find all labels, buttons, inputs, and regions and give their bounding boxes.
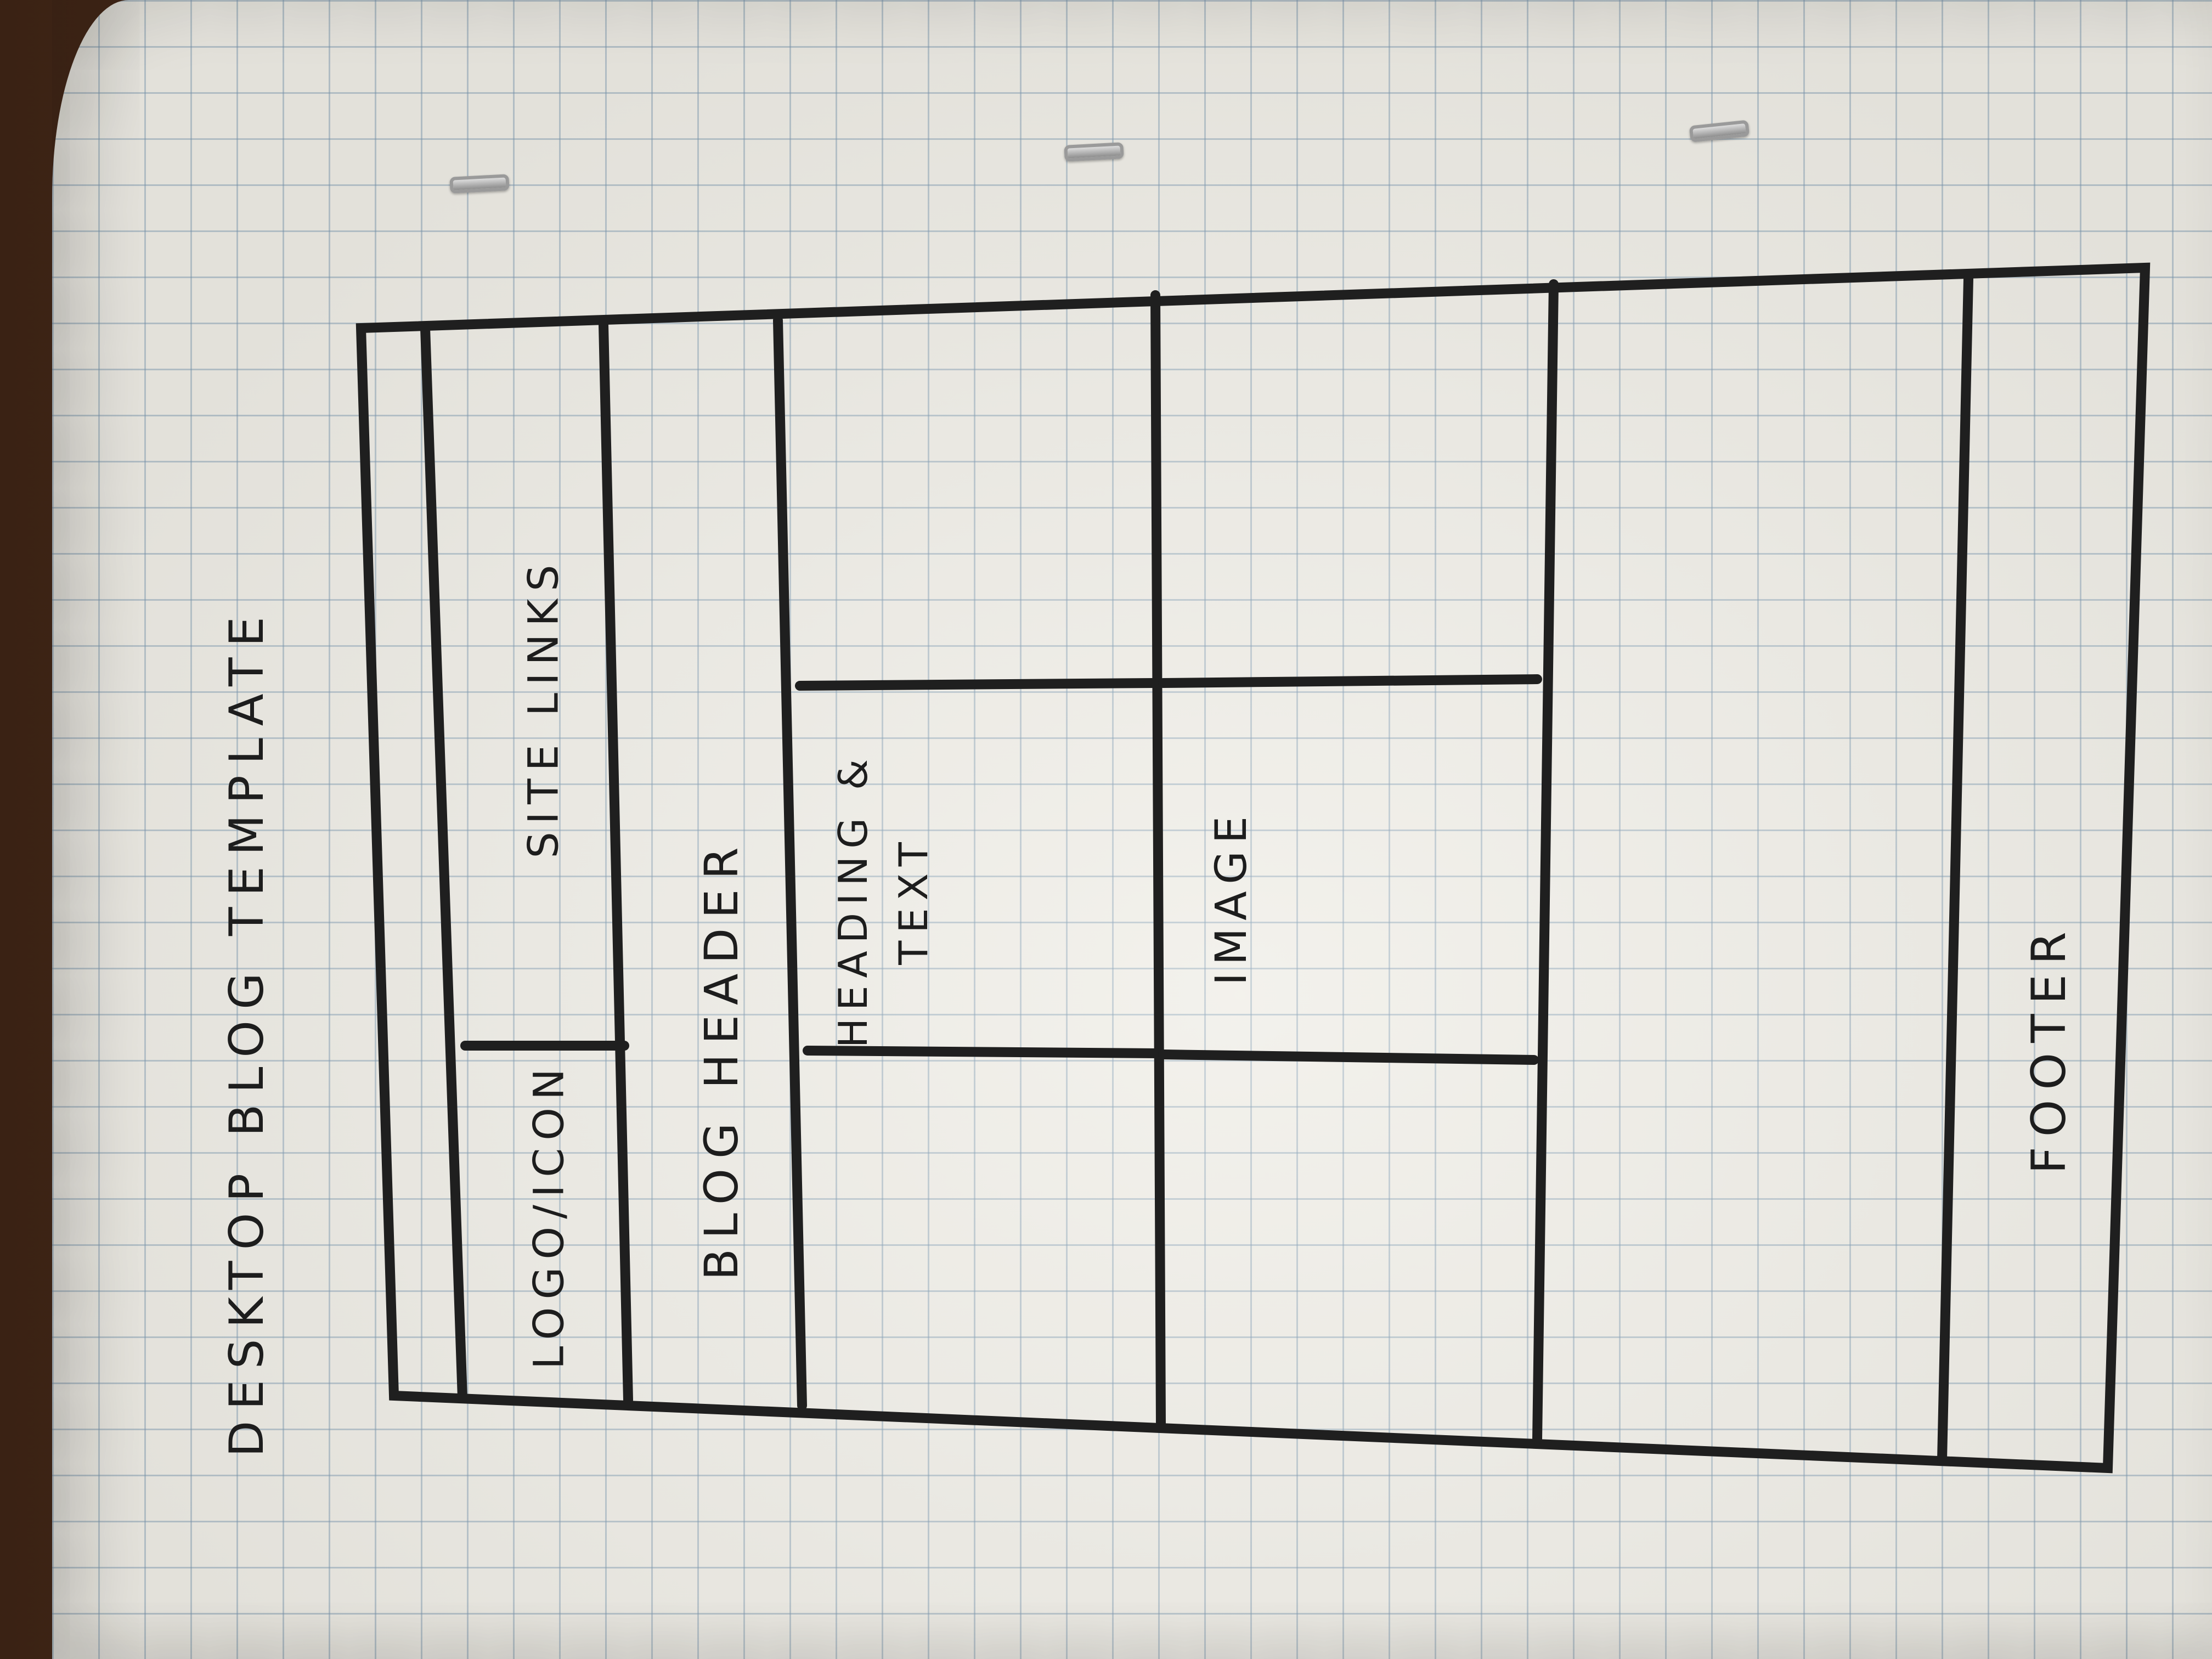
site-links-label: Site Links: [518, 557, 568, 859]
footer-top-line: [1937, 274, 1973, 1464]
heading-label-line1: Heading &: [830, 751, 876, 1048]
logo-icon-label: Logo/Icon: [524, 1061, 573, 1369]
heading-text-label: Heading & Text: [823, 752, 944, 1048]
image-box-bottom: [1158, 1049, 1539, 1065]
sketch-title: Desktop Blog Template: [219, 606, 274, 1457]
image-label: Image: [1207, 808, 1256, 986]
footer-label: Footer: [2022, 922, 2076, 1174]
header-right-line: [599, 320, 633, 1405]
heading-box-top: [795, 678, 1157, 691]
heading-box-bottom: [803, 1046, 1161, 1058]
blog-header-label: Blog Header: [695, 837, 748, 1280]
content-bottom-line: [1532, 279, 1559, 1444]
image-box-top: [1158, 674, 1542, 688]
header-left-line: [420, 323, 467, 1403]
wireframe-lines: [356, 262, 2151, 1474]
heading-label-line2: Text: [890, 834, 936, 965]
content-divider-line: [1150, 290, 1166, 1429]
wireframe-sketch: Desktop Blog Template Site Links Logo/Ic…: [0, 0, 2212, 1659]
blog-header-bottom-line: [773, 315, 807, 1410]
